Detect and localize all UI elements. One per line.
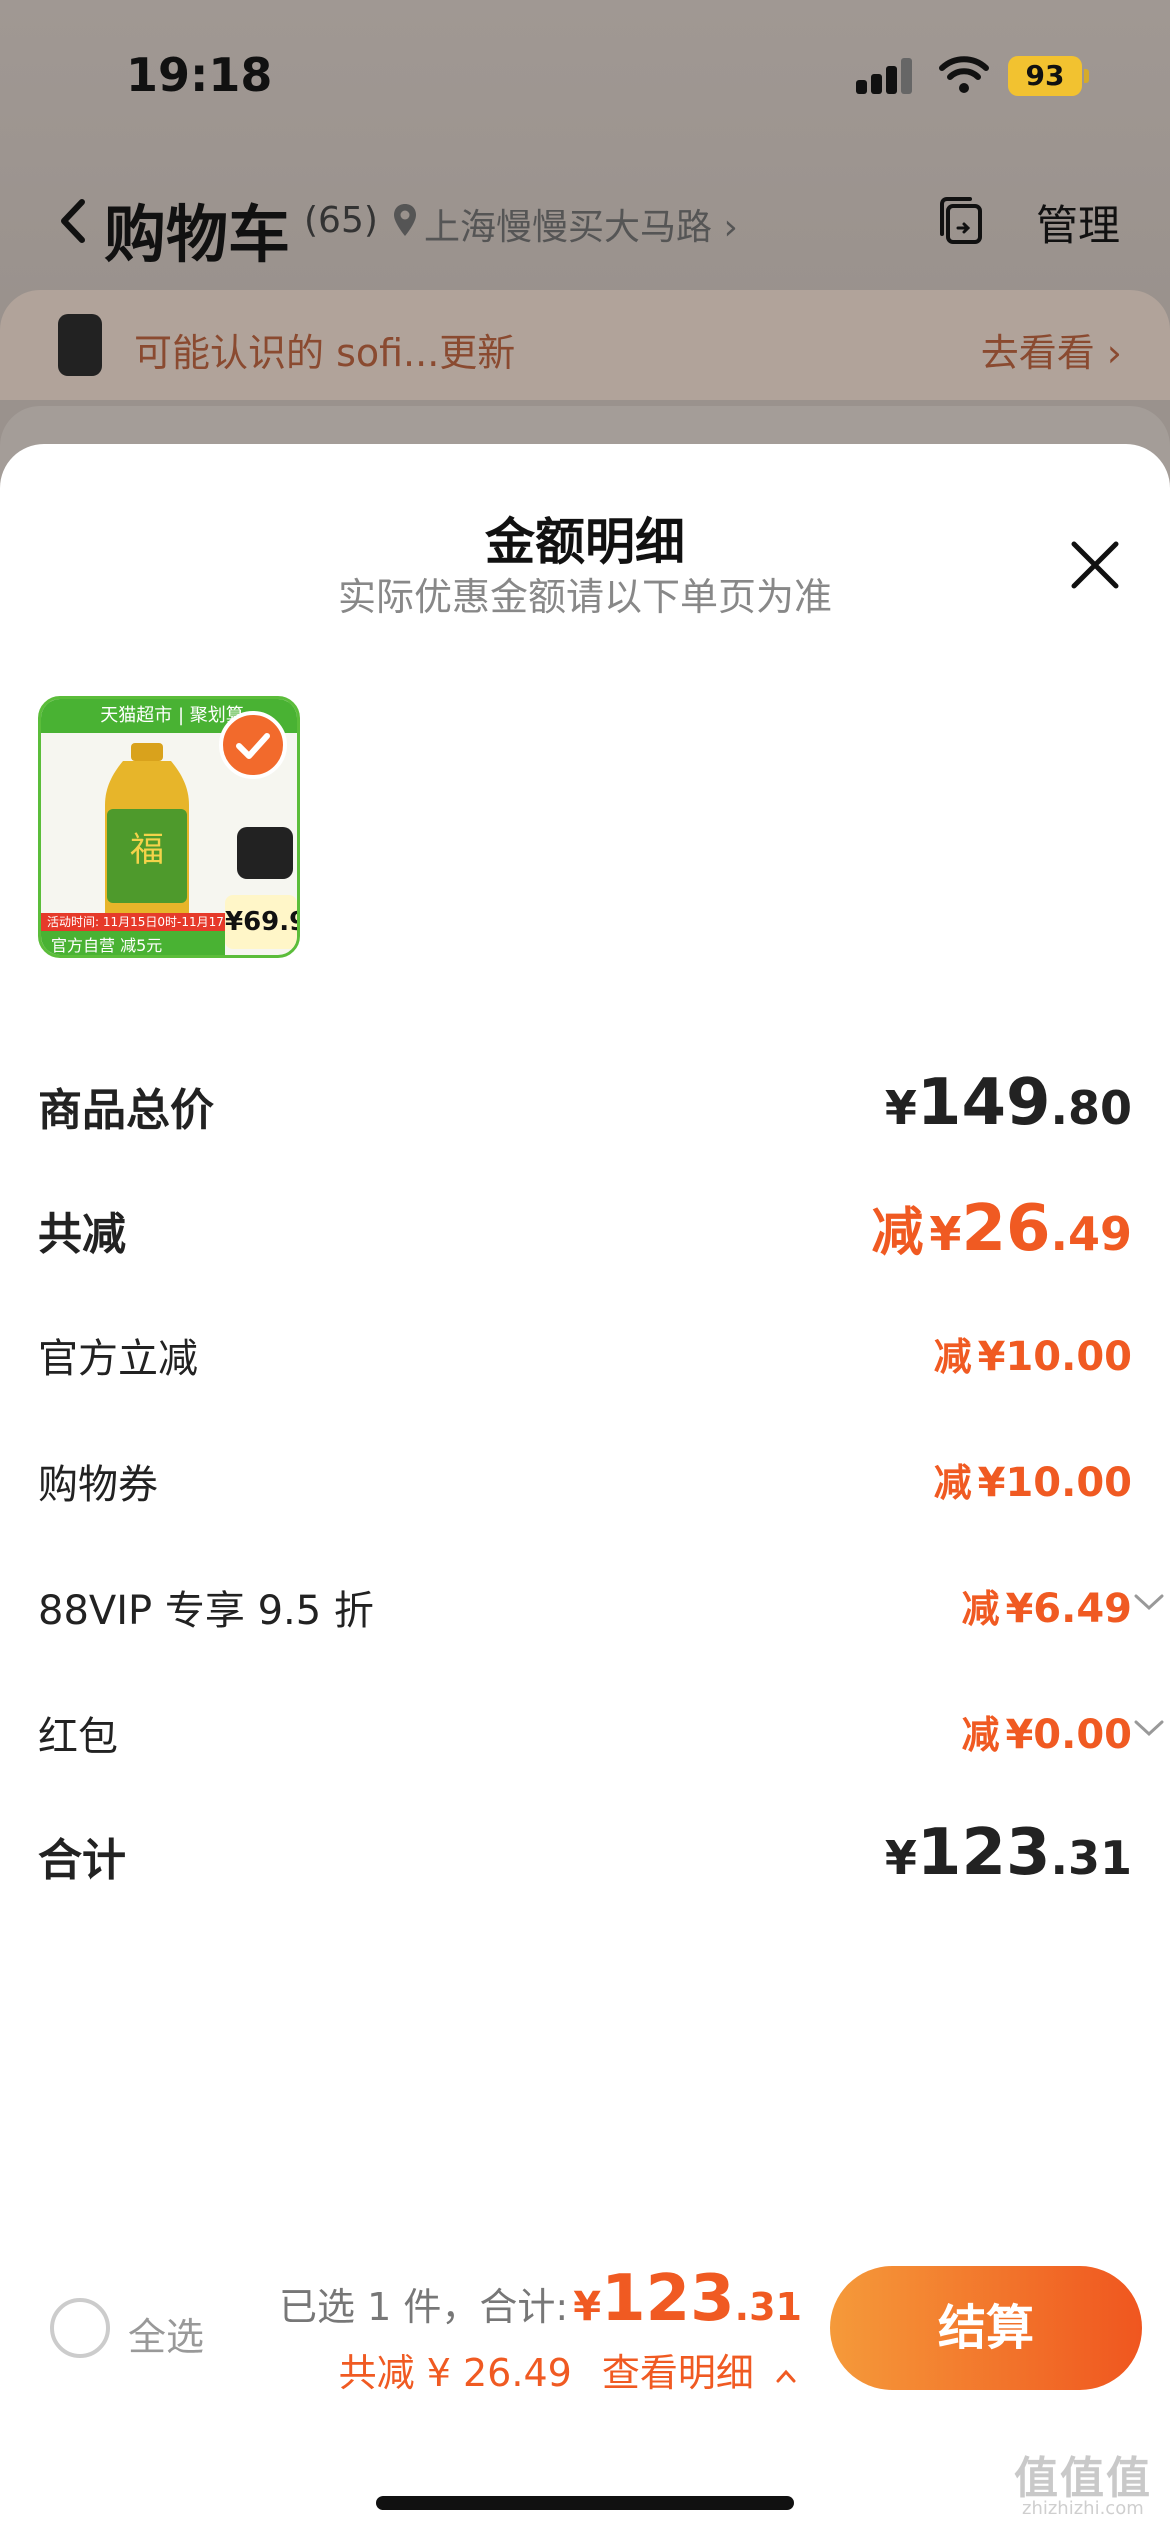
tmall-cat-logo [237, 827, 293, 879]
status-bar: 19:18 93 [0, 0, 1170, 150]
row-amount: ¥123.31 [884, 1816, 1132, 1890]
amount-detail-sheet: 金额明细 实际优惠金额请以下单页为准 天猫超市 | 聚划算 福 活动时间: 11… [0, 444, 1170, 2532]
copy-icon[interactable] [934, 194, 988, 248]
watermark-logo: 值值值 [1014, 2453, 1152, 2504]
nav-bar: 购物车 (65) 上海慢慢买大马路 › 管理 [0, 170, 1170, 271]
notice-bar[interactable]: 可能认识的 sofi...更新 去看看 › [0, 290, 1170, 400]
row-amount: 减 ¥10.00 [933, 1460, 1132, 1506]
row-label: 红包 [38, 1714, 118, 1760]
row-label: 购物券 [38, 1462, 158, 1508]
row-amount: 减 ¥10.00 [933, 1334, 1132, 1380]
check-icon[interactable] [219, 711, 287, 779]
discount-summary[interactable]: 共减 ¥ 26.49 查看明细 [339, 2342, 798, 2397]
status-time: 19:18 [126, 48, 273, 102]
product-price-tag: ¥69.9 [225, 895, 297, 949]
watermark-url: zhizhizhi.com [1022, 2498, 1144, 2519]
notice-link[interactable]: 去看看 › [981, 322, 1122, 377]
oil-bottle-image: 福 [105, 743, 189, 929]
reduce-text: 共减 ¥ 26.49 [338, 2351, 572, 2395]
signal-icon [856, 58, 914, 94]
product-promo-strip: 活动时间: 11月15日0时-11月17日24时 [41, 913, 225, 947]
battery-icon: 93 [1008, 56, 1089, 96]
row-amount: 减 ¥26.49 [871, 1192, 1132, 1266]
battery-level: 93 [1008, 56, 1082, 96]
select-all-label[interactable]: 全选 [128, 2306, 204, 2361]
row-total-discount: 共减 减 ¥26.49 [38, 1184, 1132, 1266]
chevron-down-icon[interactable] [1132, 1590, 1166, 1614]
row-amount: 减 ¥0.00 [961, 1712, 1132, 1758]
back-icon[interactable] [56, 196, 90, 246]
row-amount: ¥149.80 [884, 1066, 1132, 1140]
close-icon[interactable] [1068, 538, 1122, 592]
location-pin-icon [394, 204, 416, 236]
select-all-radio[interactable] [50, 2298, 110, 2358]
delivery-location[interactable]: 上海慢慢买大马路 › [424, 198, 738, 250]
summary-total: 已选 1 件，合计: ¥123.31 [279, 2262, 802, 2336]
sheet-subtitle: 实际优惠金额请以下单页为准 [337, 575, 832, 619]
notice-text: 可能认识的 sofi...更新 [134, 331, 516, 375]
row-coupon: 购物券 减 ¥10.00 [38, 1438, 1132, 1518]
row-official-discount: 官方立减 减 ¥10.00 [38, 1312, 1132, 1392]
avatar [58, 314, 102, 376]
product-thumbnail[interactable]: 天猫超市 | 聚划算 福 活动时间: 11月15日0时-11月17日24时 官方… [38, 696, 300, 958]
row-label: 官方立减 [38, 1336, 198, 1382]
svg-text:福: 福 [130, 830, 164, 870]
row-label: 88VIP 专享 9.5 折 [38, 1588, 374, 1634]
cart-count: (65) [304, 200, 378, 241]
chevron-up-icon[interactable] [774, 2366, 798, 2386]
manage-button[interactable]: 管理 [1036, 192, 1120, 253]
home-indicator[interactable] [376, 2496, 794, 2510]
row-grand-total: 合计 ¥123.31 [38, 1810, 1132, 1890]
checkout-button[interactable]: 结算 [830, 2266, 1142, 2390]
row-label: 合计 [38, 1835, 126, 1886]
chevron-down-icon[interactable] [1132, 1716, 1166, 1740]
page-title: 购物车 [104, 198, 291, 271]
product-bottom-banner: 官方自营 减5元 [41, 931, 225, 955]
sheet-title: 金额明细 [485, 513, 685, 571]
view-detail-toggle[interactable]: 查看明细 [602, 2351, 754, 2395]
row-amount: 减 ¥6.49 [961, 1586, 1132, 1632]
row-88vip[interactable]: 88VIP 专享 9.5 折 减 ¥6.49 [38, 1564, 1164, 1644]
row-red-packet[interactable]: 红包 减 ¥0.00 [38, 1690, 1164, 1770]
row-label: 共减 [38, 1209, 126, 1260]
row-item-total: 商品总价 ¥149.80 [38, 1060, 1132, 1140]
row-label: 商品总价 [38, 1085, 214, 1136]
wifi-icon [939, 56, 989, 93]
